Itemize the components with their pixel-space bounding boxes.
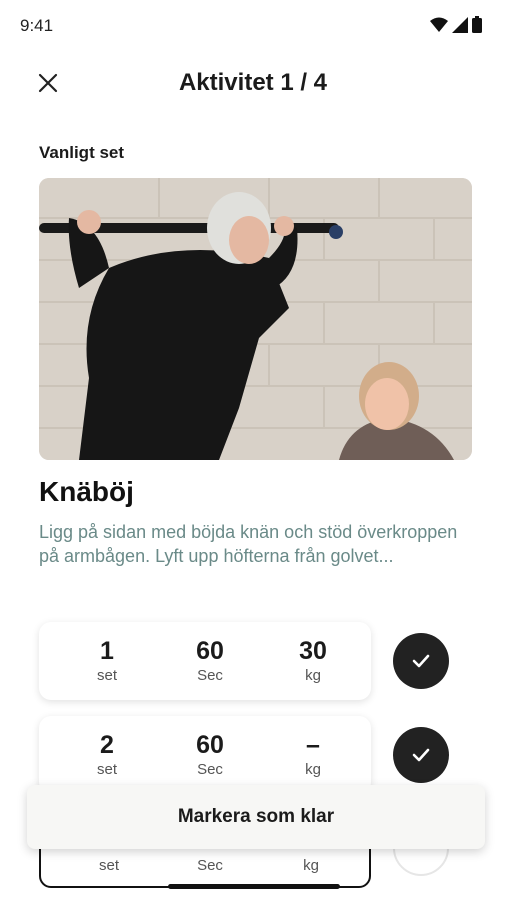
set-complete-button[interactable] [393,727,449,783]
set-weight: – kg [283,716,343,794]
set-duration-value: 60 [196,637,224,665]
set-row[interactable]: 2 set 60 Sec – kg [39,716,371,794]
set-number-unit: set [96,761,117,778]
set-duration-unit: Sec [197,667,223,684]
set-weight-unit: kg [303,857,319,874]
set-number-unit: set [98,857,119,874]
set-weight-unit: kg [305,761,321,778]
set-number-value: 2 [100,731,114,759]
checkmark-icon [412,654,430,668]
set-duration-unit: Sec [197,857,223,874]
set-number-value: 1 [100,637,114,665]
status-icons [430,16,482,33]
set-weight: 30 kg [283,622,343,700]
header: Aktivitet 1 / 4 [0,55,506,111]
status-time: 9:41 [20,16,54,35]
set-complete-button[interactable] [393,633,449,689]
wifi-icon [430,17,448,32]
page-title: Aktivitet 1 / 4 [178,69,328,96]
set-type-label: Vanligt set [39,143,125,162]
set-weight-unit: kg [305,667,321,684]
signal-icon [452,16,468,33]
set-weight-value: – [306,731,320,759]
exercise-description: Ligg på sidan med böjda knän och stöd öv… [39,522,458,566]
exercise-image [39,178,472,460]
set-duration-value: 60 [196,731,224,759]
set-duration-unit: Sec [197,761,223,778]
checkmark-icon [412,748,430,762]
set-number: 2 set [77,716,137,794]
set-weight-value: 30 [299,637,327,665]
mark-as-done-button[interactable]: Markera som klar [27,785,485,849]
set-row[interactable]: 1 set 60 Sec 30 kg [39,622,371,700]
exercise-photo [39,178,472,460]
battery-icon [472,16,482,33]
set-duration: 60 Sec [180,716,240,794]
set-number-unit: set [96,667,117,684]
exercise-title: Knäböj [39,476,134,507]
set-number: 1 set [77,622,137,700]
set-duration: 60 Sec [180,622,240,700]
status-bar: 9:41 [0,0,506,50]
home-indicator [168,884,340,889]
